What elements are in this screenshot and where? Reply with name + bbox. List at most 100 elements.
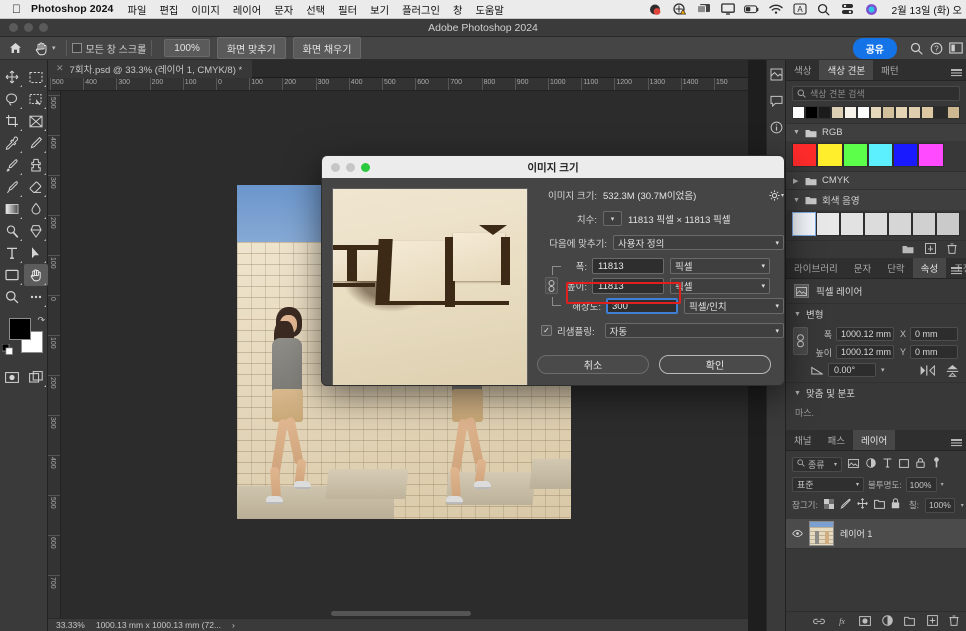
color-swatch[interactable] xyxy=(895,106,909,119)
quick-mask-icon[interactable] xyxy=(0,366,24,388)
screen-mirroring-icon[interactable] xyxy=(696,3,711,16)
tab-paths[interactable]: 패스 xyxy=(819,430,852,450)
transform-width-input[interactable]: 1000.12 mm xyxy=(836,327,894,341)
color-swatch[interactable] xyxy=(893,143,919,167)
menu-help[interactable]: 도움말 xyxy=(475,2,503,17)
display-icon[interactable] xyxy=(720,3,735,16)
new-swatch-icon[interactable] xyxy=(925,241,936,259)
eye-icon[interactable] xyxy=(792,529,803,538)
color-swatch[interactable] xyxy=(792,143,818,167)
height-unit-select[interactable]: 픽셀 ▾ xyxy=(670,278,770,294)
battery-icon[interactable] xyxy=(744,3,759,16)
color-swatch[interactable] xyxy=(867,143,894,167)
menu-bar-clock[interactable]: 2월 13일 (화) 오 xyxy=(888,2,962,17)
search-icon[interactable] xyxy=(906,42,926,55)
filter-pixel-icon[interactable] xyxy=(848,455,859,473)
lock-all-icon[interactable] xyxy=(891,496,900,514)
resolution-input[interactable]: 300 xyxy=(606,298,678,314)
chevron-down-icon[interactable]: ▾ xyxy=(961,502,964,509)
new-group-icon[interactable] xyxy=(902,241,914,259)
color-swatch[interactable] xyxy=(816,212,840,236)
lock-transparency-icon[interactable] xyxy=(823,496,834,514)
tab-channels[interactable]: 채널 xyxy=(786,430,819,450)
dimensions-unit-select[interactable]: ▾ xyxy=(603,211,622,226)
fill-screen-button[interactable]: 화면 채우기 xyxy=(292,37,362,59)
comment-rail-icon[interactable] xyxy=(770,95,783,107)
object-selection-tool-icon[interactable] xyxy=(24,88,48,110)
swap-colors-icon[interactable]: ↷ xyxy=(37,315,45,326)
type-tool-icon[interactable] xyxy=(0,242,24,264)
link-constrain-icon[interactable] xyxy=(545,277,558,294)
canvas-horizontal-scrollbar[interactable] xyxy=(61,609,748,618)
align-section-header[interactable]: ▼ 맞춤 및 분포 xyxy=(786,382,966,403)
shape-tool-icon[interactable] xyxy=(0,264,24,286)
color-swatch[interactable] xyxy=(804,106,818,119)
control-center-icon[interactable] xyxy=(840,3,855,16)
vertical-ruler[interactable]: 500 400 300 200 100 0 100 200 300 400 500 600 700 xyxy=(48,91,61,618)
rgb-swatches[interactable] xyxy=(786,141,966,171)
menu-file[interactable]: 파일 xyxy=(128,2,147,17)
menu-filter[interactable]: 필터 xyxy=(338,2,357,17)
menu-edit[interactable]: 편집 xyxy=(159,2,178,17)
active-app-name[interactable]: Photoshop 2024 xyxy=(31,3,114,15)
chevron-down-icon[interactable]: ▾ xyxy=(941,481,944,488)
layer-row[interactable]: 레이어 1 xyxy=(786,519,966,549)
grayscale-swatches[interactable] xyxy=(786,210,966,240)
tab-layers[interactable]: 레이어 xyxy=(852,430,896,450)
crop-tool-icon[interactable] xyxy=(0,110,24,132)
adjustment-icon[interactable] xyxy=(882,613,893,631)
transform-y-input[interactable]: 0 mm xyxy=(910,345,958,359)
resample-select[interactable]: 자동 ▾ xyxy=(604,323,784,338)
color-swatch[interactable] xyxy=(921,106,935,119)
color-swatch[interactable] xyxy=(817,106,831,119)
zoom-tool-icon[interactable] xyxy=(0,286,24,308)
scroll-all-windows-checkbox[interactable]: 모든 창 스크롤 xyxy=(71,41,146,56)
apple-logo-icon[interactable]:  xyxy=(12,3,21,15)
fit-screen-button[interactable]: 화면 맞추기 xyxy=(216,37,286,59)
gear-icon[interactable]: ▾ xyxy=(769,189,784,201)
workspace-icon[interactable] xyxy=(946,42,966,54)
horizontal-ruler[interactable]: 500 400 300 200 100 0 100 200 300 400 500 600 700 800… xyxy=(48,78,748,91)
color-swatch[interactable] xyxy=(792,106,805,119)
window-close-button[interactable] xyxy=(9,23,18,32)
menu-plugins[interactable]: 플러그인 xyxy=(402,2,440,17)
pen-tool-icon[interactable] xyxy=(24,220,48,242)
brush-tool-icon[interactable] xyxy=(0,154,24,176)
path-selection-tool-icon[interactable] xyxy=(24,242,48,264)
color-swatch[interactable] xyxy=(947,106,960,119)
resample-checkbox[interactable]: ✓ xyxy=(541,325,552,336)
foreground-color-swatch[interactable] xyxy=(9,318,31,340)
color-swatch[interactable] xyxy=(908,106,922,119)
home-icon[interactable] xyxy=(0,42,30,54)
eyedropper-tool-icon[interactable] xyxy=(0,132,24,154)
input-source-icon[interactable]: A xyxy=(792,3,807,16)
zoom-level[interactable]: 33.33% xyxy=(56,620,85,630)
share-button[interactable]: 공유 xyxy=(852,37,897,59)
color-swatch[interactable] xyxy=(842,143,868,167)
color-swatch[interactable] xyxy=(792,212,816,236)
color-swatch[interactable] xyxy=(936,212,960,236)
window-minimize-button[interactable] xyxy=(24,23,33,32)
flip-horizontal-icon[interactable] xyxy=(920,364,935,376)
tab-patterns[interactable]: 패턴 xyxy=(873,60,906,80)
transform-angle-input[interactable]: 0.00° xyxy=(828,363,876,377)
filter-shape-icon[interactable] xyxy=(899,455,909,473)
fit-to-select[interactable]: 사용자 정의 ▾ xyxy=(613,235,784,250)
fill-input[interactable]: 100% xyxy=(925,497,955,513)
layer-thumbnail[interactable] xyxy=(809,521,834,546)
wifi-icon[interactable] xyxy=(768,3,783,16)
link-layers-icon[interactable] xyxy=(813,613,825,631)
blend-mode-select[interactable]: 표준 ▾ xyxy=(792,477,864,492)
frame-tool-icon[interactable] xyxy=(24,110,48,132)
hand-tool-icon[interactable] xyxy=(24,264,48,286)
help-icon[interactable]: ? xyxy=(926,42,946,55)
gradient-tool-icon[interactable] xyxy=(0,198,24,220)
rectangular-marquee-tool-icon[interactable] xyxy=(24,66,48,88)
panel-menu-icon[interactable] xyxy=(951,65,962,83)
window-maximize-button[interactable] xyxy=(39,23,48,32)
image-preview[interactable] xyxy=(332,188,528,385)
new-group-icon[interactable] xyxy=(904,613,916,631)
menu-image[interactable]: 이미지 xyxy=(191,2,219,17)
width-input[interactable]: 11813 xyxy=(592,258,664,274)
status-expand-chevron[interactable]: › xyxy=(232,620,235,630)
